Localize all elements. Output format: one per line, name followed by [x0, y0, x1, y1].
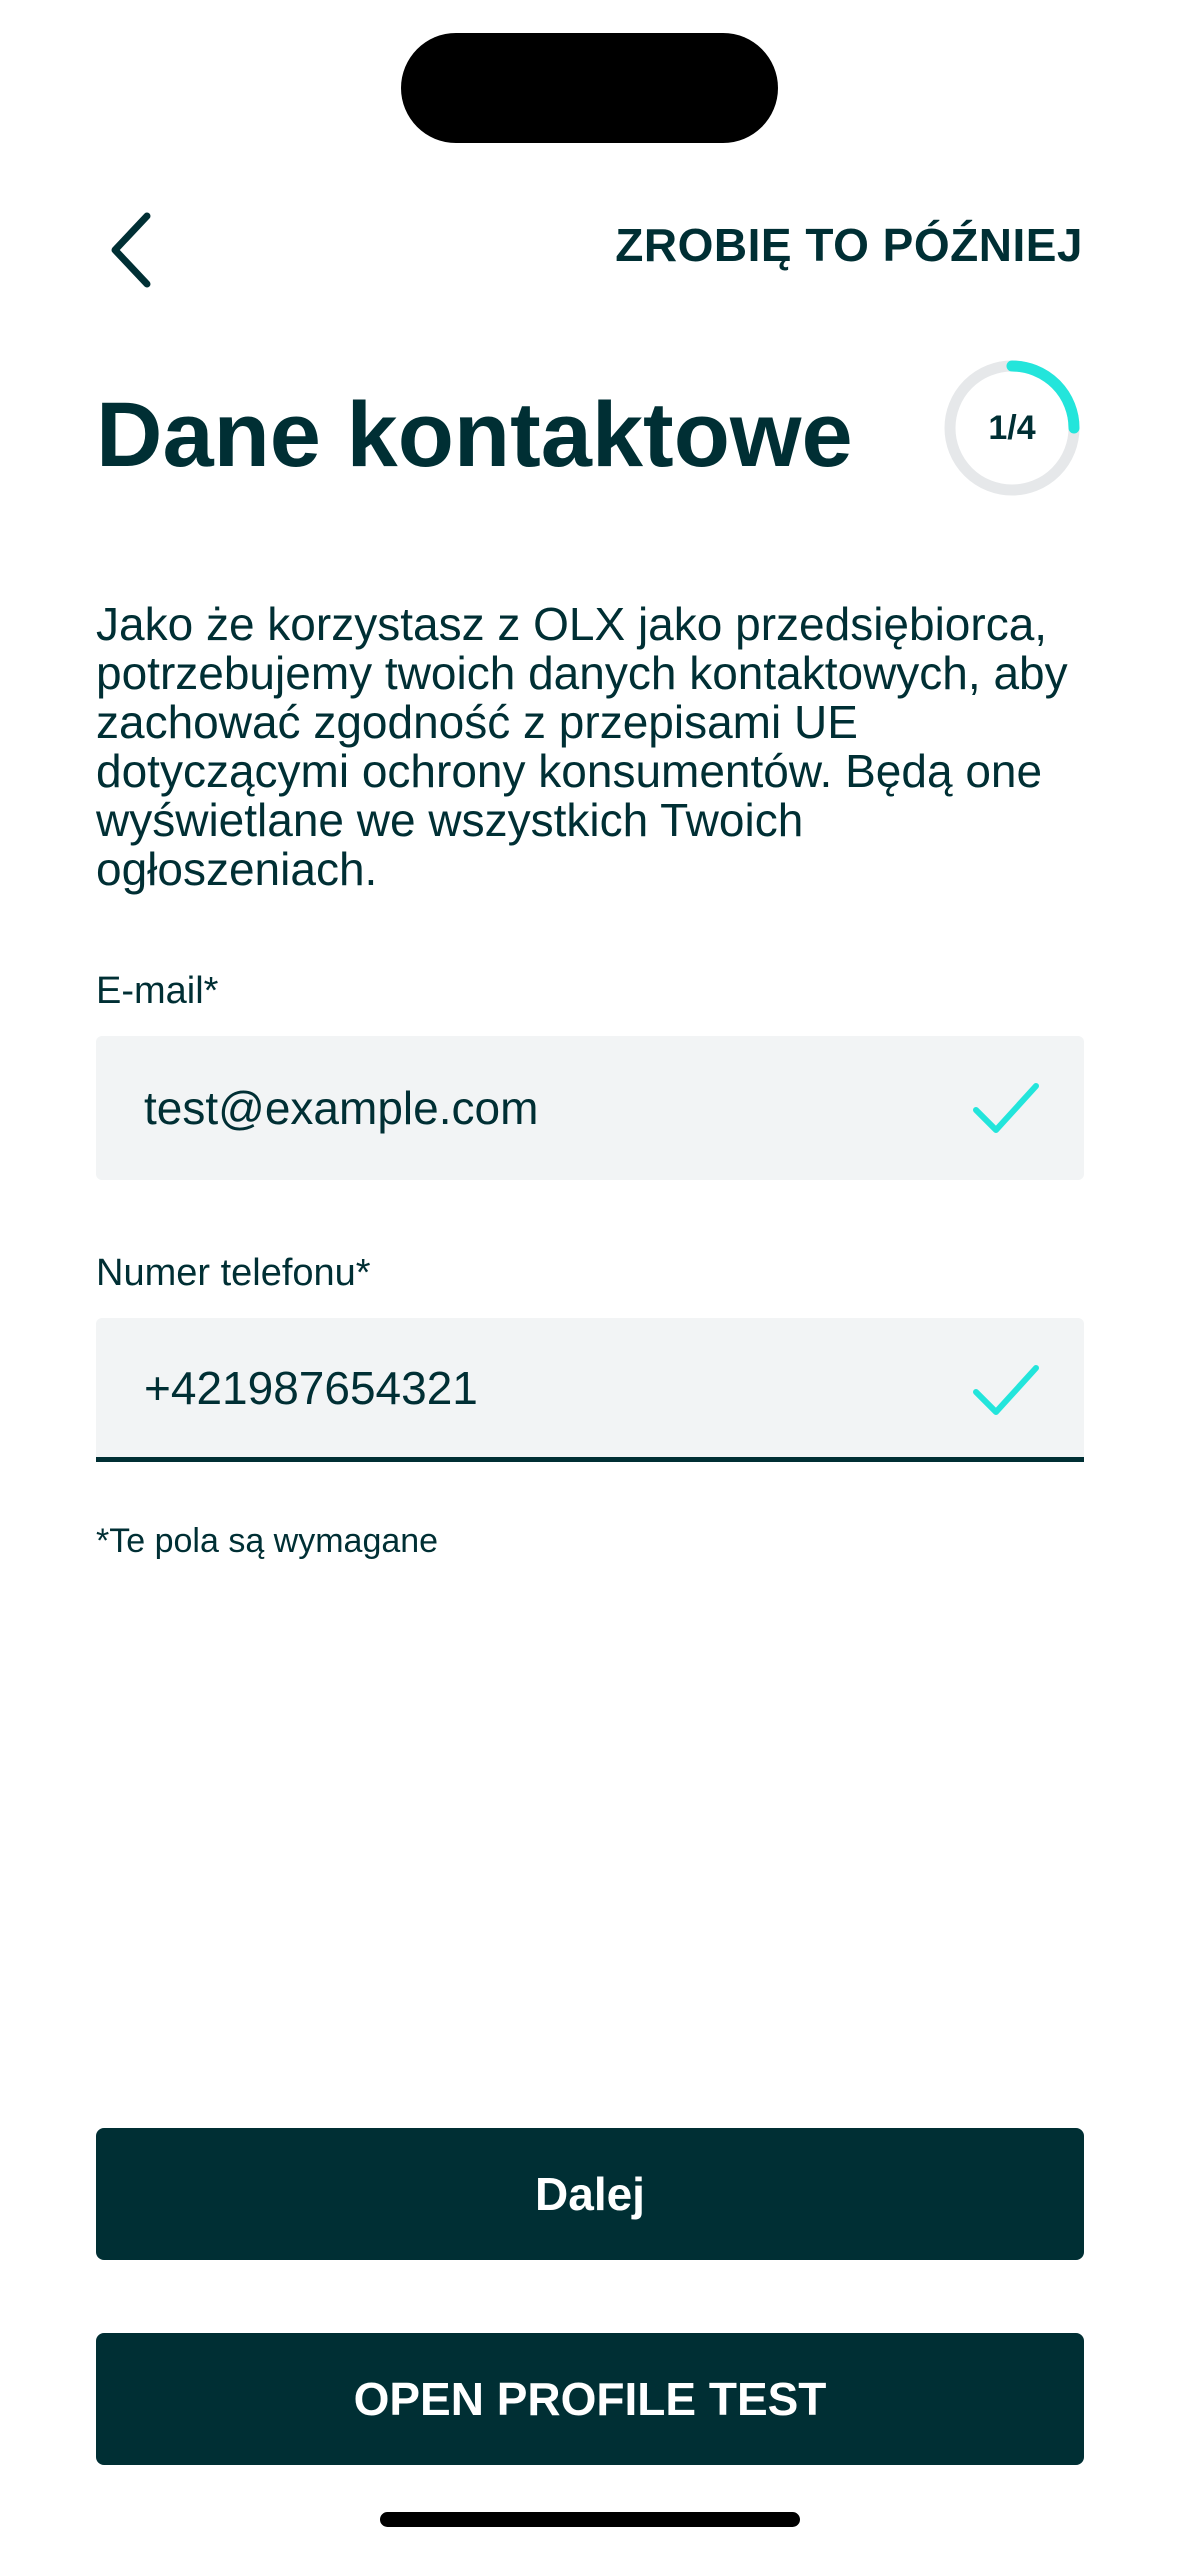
- checkmark-icon: [973, 1083, 1039, 1133]
- chevron-left-icon: [111, 212, 151, 288]
- open-profile-test-button[interactable]: OPEN PROFILE TEST: [96, 2333, 1084, 2465]
- email-value: test@example.com: [144, 1082, 539, 1134]
- checkmark-icon: [973, 1365, 1039, 1415]
- step-progress-indicator: 1/4: [942, 358, 1082, 498]
- intro-description: Jako że korzystasz z OLX jako przedsiębi…: [96, 598, 1068, 895]
- contact-details-screen: ZROBIĘ TO PÓŹNIEJ Dane kontaktowe 1/4 Ja…: [0, 0, 1179, 2556]
- next-button[interactable]: Dalej: [96, 2128, 1084, 2260]
- back-button[interactable]: [92, 200, 172, 300]
- page-title: Dane kontaktowe: [96, 384, 853, 486]
- dynamic-island: [401, 33, 778, 143]
- phone-field[interactable]: +421987654321: [96, 1318, 1084, 1462]
- phone-label: Numer telefonu*: [96, 1252, 371, 1294]
- progress-label: 1/4: [988, 408, 1036, 447]
- required-fields-note: *Te pola są wymagane: [96, 1522, 439, 1560]
- email-label: E-mail*: [96, 970, 219, 1012]
- email-field[interactable]: test@example.com: [96, 1036, 1084, 1180]
- skip-for-later-link[interactable]: ZROBIĘ TO PÓŹNIEJ: [615, 215, 1083, 275]
- phone-value: +421987654321: [144, 1361, 478, 1414]
- home-indicator: [380, 2512, 800, 2527]
